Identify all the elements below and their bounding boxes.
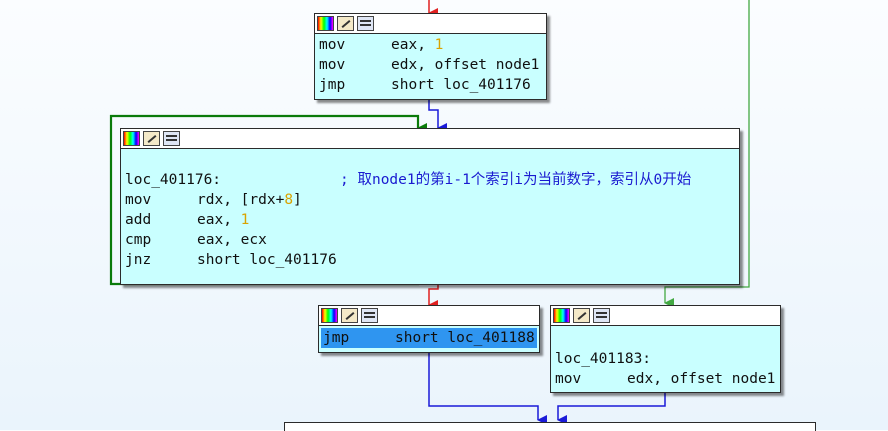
graph-node-loc-401183[interactable]: loc_401183: mov edx, offset node1 [550,305,781,393]
asm-line[interactable]: jnz short loc_401176 [125,250,735,270]
node-header [551,306,780,326]
operand: eax, [391,37,435,53]
operand: rdx, [rdx+ [197,192,285,208]
operand: short loc_401176 [197,252,337,268]
mnemonic: mov [125,192,152,208]
edit-node-icon[interactable] [143,131,160,146]
immediate-value: 8 [284,192,294,208]
node-header [319,306,539,326]
operand: edx, offset node1 [627,371,776,387]
asm-line[interactable]: mov edx, offset node1 [319,55,542,75]
mnemonic: jmp [323,330,350,346]
asm-line[interactable]: mov rdx, [rdx+8] [125,190,735,210]
immediate-value: 1 [240,212,250,228]
color-palette-icon[interactable] [553,308,570,323]
mnemonic: add [125,212,152,228]
code-comment: ; 取node1的第i-1个索引i为当前数字，索引从0开始 [340,172,692,188]
color-palette-icon[interactable] [123,131,140,146]
color-palette-icon[interactable] [317,16,334,31]
asm-line[interactable]: add eax, 1 [125,210,735,230]
graph-overview-icon[interactable] [163,131,180,146]
asm-line[interactable]: mov edx, offset node1 [555,369,776,389]
asm-label-line[interactable]: loc_401176: ; 取node1的第i-1个索引i为当前数字，索引从0开始 [125,170,735,190]
operand: eax, [197,212,241,228]
graph-overview-icon[interactable] [361,308,378,323]
edge-a-to-b [428,98,447,133]
operand: edx, offset node1 [391,57,540,73]
asm-line[interactable]: mov eax, 1 [319,35,542,55]
graph-node-init[interactable]: mov eax, 1 mov edx, offset node1 jmp short … [314,13,547,100]
graph-overview-icon[interactable] [357,16,374,31]
color-palette-icon[interactable] [321,308,338,323]
mnemonic: mov [319,37,346,53]
graph-node-jump-exit[interactable]: jmp short loc_401188 [318,305,540,353]
asm-line[interactable]: cmp eax, ecx [125,230,735,250]
node-header [121,129,739,149]
mnemonic: cmp [125,232,152,248]
edge-c-to-next [428,351,547,425]
edit-node-icon[interactable] [337,16,354,31]
graph-overview-icon[interactable] [593,308,610,323]
mnemonic: jnz [125,252,152,268]
graph-node-loop[interactable]: loc_401176: ; 取node1的第i-1个索引i为当前数字，索引从0开始… [120,128,740,285]
operand: eax, ecx [197,232,267,248]
mnemonic: jmp [319,77,346,93]
asm-label-line[interactable]: loc_401183: [555,349,776,369]
edge-d-to-next [557,391,666,425]
mnemonic: mov [319,57,346,73]
code-label: loc_401176: [125,172,222,188]
mnemonic: mov [555,371,582,387]
immediate-value: 1 [434,37,444,53]
code-label: loc_401183: [555,351,652,367]
edge-b-to-c [428,283,439,310]
edit-node-icon[interactable] [573,308,590,323]
node-header [315,14,546,34]
operand: short loc_401188 [395,330,535,346]
operand-suffix: ] [293,192,302,208]
asm-line[interactable]: jmp short loc_401176 [319,75,542,95]
edit-node-icon[interactable] [341,308,358,323]
asm-line-selected[interactable]: jmp short loc_401188 [321,328,537,348]
operand: short loc_401176 [391,77,531,93]
